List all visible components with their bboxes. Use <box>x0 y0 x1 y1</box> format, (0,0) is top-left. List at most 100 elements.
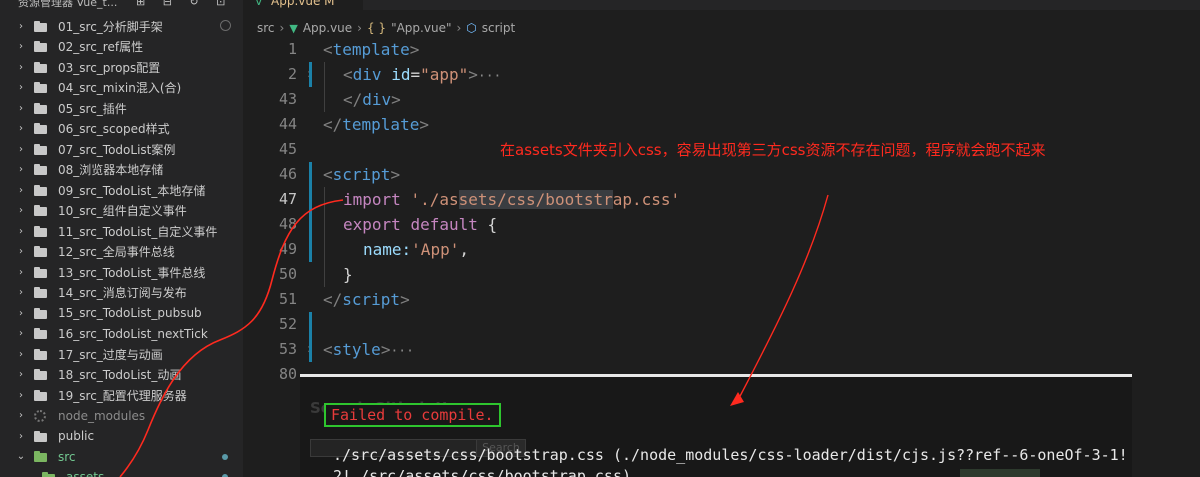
chevron-right-icon: › <box>19 102 23 114</box>
breadcrumb-separator: › <box>456 21 462 35</box>
sidebar-folder-item[interactable]: › 14_src_消息订阅与发布 <box>0 283 243 304</box>
tab-app-vue[interactable]: V App.vue M <box>243 0 363 10</box>
chevron-right-icon: › <box>19 410 23 422</box>
folder-icon <box>42 471 56 477</box>
code-line: </template> <box>323 115 429 134</box>
folder-icon <box>34 348 48 360</box>
explorer-title: 资源管理器 Vue_t... <box>18 0 118 9</box>
sidebar-folder-item[interactable]: › 04_src_mixin混入(合) <box>0 78 243 99</box>
code-line: } <box>343 265 353 284</box>
sidebar-folder-assets[interactable]: ⌄ assets <box>0 467 243 477</box>
sidebar-folder-item[interactable]: › 10_src_组件自定义事件 <box>0 201 243 222</box>
tree-item-label: 16_src_TodoList_nextTick <box>58 326 208 341</box>
sidebar-folder-item[interactable]: › 19_src_配置代理服务器 <box>0 385 243 406</box>
tree-item-label: src <box>58 449 76 464</box>
folder-icon <box>34 389 48 401</box>
chevron-down-icon: ⌄ <box>23 472 35 477</box>
chevron-right-icon: › <box>19 246 23 258</box>
line-number: 44 <box>278 115 297 133</box>
sidebar-folder-item[interactable]: › 17_src_过度与动画 <box>0 344 243 365</box>
breadcrumb-separator: › <box>279 21 285 35</box>
sidebar-folder-item[interactable]: › 11_src_TodoList_自定义事件 <box>0 221 243 242</box>
modified-gutter-marker <box>309 62 312 87</box>
line-number: 48 <box>278 215 297 233</box>
code-line: export default { <box>343 215 498 234</box>
folder-icon <box>34 287 48 299</box>
sidebar-folder-src[interactable]: ⌄ src <box>0 447 243 468</box>
background-logo <box>960 469 1040 477</box>
tree-item-label: 17_src_过度与动画 <box>58 347 163 362</box>
code-line: <template> <box>323 40 420 59</box>
tree-item-label: 13_src_TodoList_事件总线 <box>58 265 206 280</box>
breadcrumb-src[interactable]: src <box>257 21 275 35</box>
breadcrumb-file[interactable]: App.vue <box>303 21 352 35</box>
tab-label: App.vue M <box>271 0 335 8</box>
tree-item-label: 05_src_插件 <box>58 101 127 116</box>
sidebar-folder-node-modules[interactable]: › node_modules <box>0 406 243 427</box>
folder-icon <box>34 41 48 53</box>
chevron-right-icon: › <box>19 184 23 196</box>
line-number: 53 <box>278 340 297 358</box>
line-number: 49 <box>278 240 297 258</box>
sidebar-folder-item[interactable]: › 02_src_ref属性 <box>0 37 243 58</box>
breadcrumb-component[interactable]: "App.vue" <box>391 21 451 35</box>
line-number: 80 <box>278 365 297 383</box>
sidebar-folder-item[interactable]: › 05_src_插件 <box>0 98 243 119</box>
sidebar-folder-item[interactable]: › 12_src_全局事件总线 <box>0 242 243 263</box>
folder-icon <box>34 307 48 319</box>
tree-item-label: 03_src_props配置 <box>58 60 161 75</box>
tree-item-label: 08_浏览器本地存储 <box>58 163 164 178</box>
chevron-right-icon: › <box>19 164 23 176</box>
sidebar-folder-item[interactable]: › 09_src_TodoList_本地存储 <box>0 180 243 201</box>
sidebar-folder-item[interactable]: › 01_src_分析脚手架 <box>0 16 243 37</box>
chevron-right-icon: › <box>19 143 23 155</box>
folder-icon <box>34 82 48 94</box>
sidebar-folder-item[interactable]: › 08_浏览器本地存储 <box>0 160 243 181</box>
tree-item-label: 04_src_mixin混入(合) <box>58 81 182 96</box>
folder-icon <box>34 328 48 340</box>
indent-guide <box>324 62 325 112</box>
line-number: 2 <box>287 65 297 83</box>
folder-icon <box>34 123 48 135</box>
sidebar-folder-item[interactable]: › 03_src_props配置 <box>0 57 243 78</box>
explorer-actions-icon[interactable]: ⊞ ⊟ ↻ ⊡ <box>136 0 232 8</box>
folded-ellipsis-icon: ··· <box>390 344 414 359</box>
tree-item-label: public <box>58 429 95 444</box>
folder-icon <box>34 61 48 73</box>
chevron-right-icon: › <box>19 389 23 401</box>
sidebar-folder-item[interactable]: › 18_src_TodoList_动画 <box>0 365 243 386</box>
code-line: <style>··· <box>323 340 414 359</box>
line-number: 43 <box>278 90 297 108</box>
tree-item-label: 07_src_TodoList案例 <box>58 142 176 157</box>
chevron-right-icon: › <box>19 369 23 381</box>
line-number: 46 <box>278 165 297 183</box>
cube-icon: ⬡ <box>466 21 477 35</box>
chevron-right-icon: › <box>19 41 23 53</box>
sidebar-folder-item[interactable]: › 16_src_TodoList_nextTick <box>0 324 243 345</box>
tree-item-label: 14_src_消息订阅与发布 <box>58 286 187 301</box>
sidebar-folder-public[interactable]: › public <box>0 426 243 447</box>
chevron-right-icon: › <box>19 20 23 32</box>
tree-item-label: 10_src_组件自定义事件 <box>58 204 187 219</box>
folder-icon <box>34 246 48 258</box>
breadcrumb-section[interactable]: script <box>482 21 515 35</box>
sidebar-folder-item[interactable]: › 15_src_TodoList_pubsub <box>0 303 243 324</box>
tree-item-label: 06_src_scoped样式 <box>58 122 170 137</box>
tree-item-label: 18_src_TodoList_动画 <box>58 368 182 383</box>
chevron-right-icon: › <box>19 328 23 340</box>
tree-item-label: 19_src_配置代理服务器 <box>58 388 187 403</box>
chevron-right-icon: › <box>19 61 23 73</box>
braces-icon: { } <box>366 21 387 35</box>
line-number: 52 <box>278 315 297 333</box>
sidebar-folder-item[interactable]: › 07_src_TodoList案例 <box>0 139 243 160</box>
folder-icon <box>34 205 48 217</box>
chevron-right-icon: › <box>19 82 23 94</box>
git-modified-dot-icon <box>222 453 228 460</box>
folder-icon <box>34 225 48 237</box>
error-path-line: ./src/assets/css/bootstrap.css (./node_m… <box>333 446 1128 464</box>
tree-item-label: 15_src_TodoList_pubsub <box>58 306 202 321</box>
sidebar-folder-item[interactable]: › 13_src_TodoList_事件总线 <box>0 262 243 283</box>
sidebar-folder-item[interactable]: › 06_src_scoped样式 <box>0 119 243 140</box>
breadcrumb: src › ▼ App.vue › { } "App.vue" › ⬡ scri… <box>257 19 515 37</box>
folded-ellipsis-icon: ··· <box>477 69 502 84</box>
